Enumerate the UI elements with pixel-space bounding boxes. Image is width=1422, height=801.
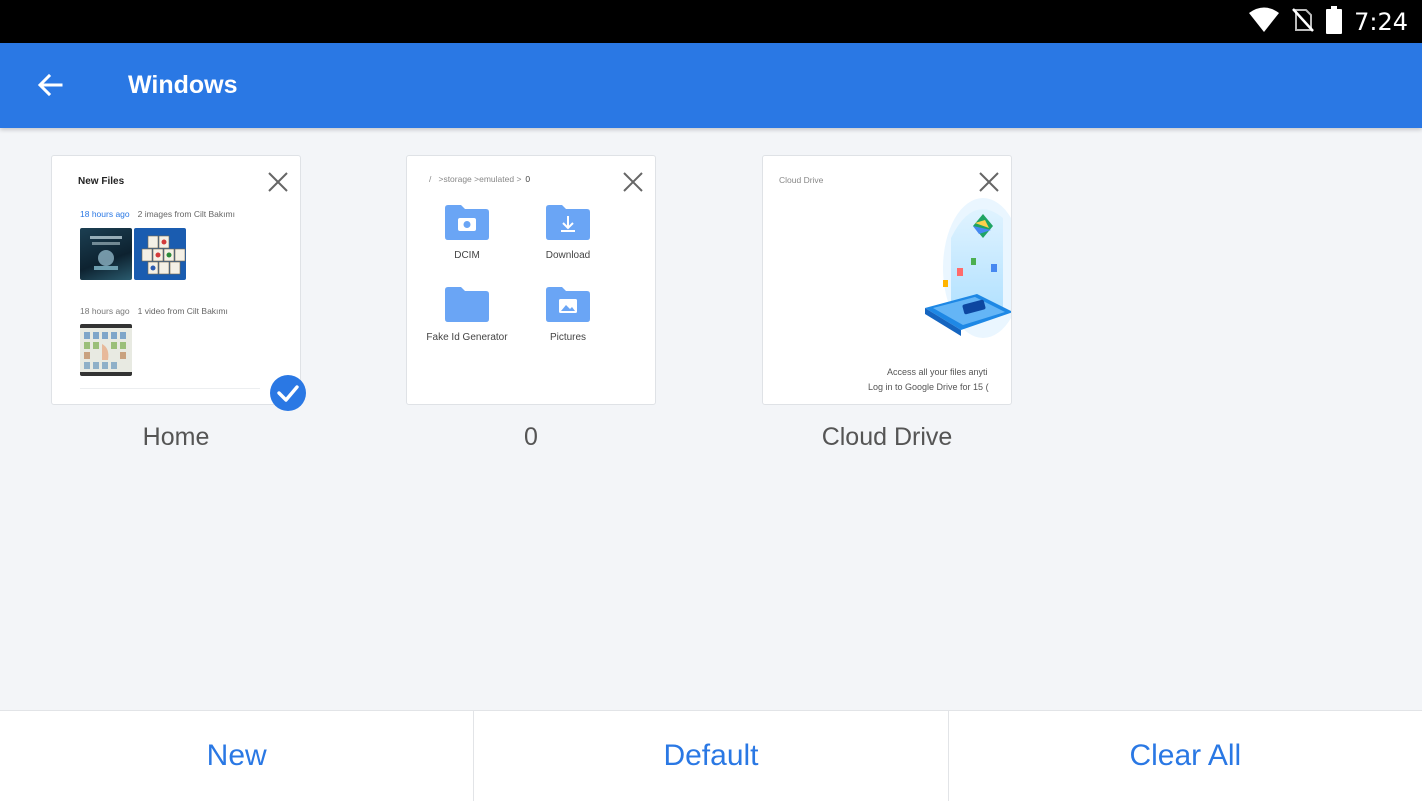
window-thumbnail-storage[interactable]: / >storage >emulated >0 DCIM Download Fa… [406, 155, 656, 405]
download-folder-icon [546, 205, 590, 240]
bottom-action-bar: New Default Clear All [0, 710, 1422, 801]
page-title: Windows [128, 71, 238, 99]
camera-folder-icon [445, 205, 489, 240]
close-window-cloud-drive-button[interactable] [977, 170, 1001, 194]
cloud-illustration [925, 198, 1011, 338]
folder-item[interactable]: DCIM [417, 202, 517, 261]
cloud-drive-text-2: Log in to Google Drive for 15 ( [868, 382, 989, 392]
new-window-button[interactable]: New [0, 711, 475, 801]
file-group-meta: 18 hours ago 1 video from Cilt Bakımı [80, 306, 228, 316]
cloud-drive-text-1: Access all your files anyti [887, 367, 988, 377]
divider [80, 388, 260, 389]
window-storage: / >storage >emulated >0 DCIM Download Fa… [406, 155, 656, 452]
battery-icon [1326, 5, 1343, 39]
breadcrumb: / >storage >emulated >0 [429, 174, 531, 184]
check-icon [277, 385, 299, 402]
window-cloud-drive: Cloud Drive Access all your files anyti … [762, 155, 1012, 452]
pictures-folder-icon [546, 287, 590, 322]
cloud-drive-title: Cloud Drive [779, 175, 824, 185]
close-icon [268, 172, 288, 192]
arrow-back-icon [37, 73, 63, 97]
close-icon [979, 172, 999, 192]
status-bar: 7:24 [0, 0, 1422, 43]
new-files-title: New Files [78, 176, 125, 187]
file-group-meta: 18 hours ago 2 images from Cilt Bakımı [80, 209, 235, 219]
close-icon [623, 172, 643, 192]
window-thumbnail-cloud-drive[interactable]: Cloud Drive Access all your files anyti … [762, 155, 1012, 405]
video-thumbnail[interactable] [80, 324, 132, 376]
image-thumbnail[interactable] [80, 228, 132, 280]
clear-all-button[interactable]: Clear All [949, 711, 1422, 801]
back-button[interactable] [30, 65, 70, 105]
window-thumbnail-home[interactable]: New Files 18 hours ago 2 images from Cilt… [51, 155, 301, 405]
status-time: 7:24 [1354, 8, 1408, 36]
window-home: New Files 18 hours ago 2 images from Cilt… [51, 155, 306, 452]
close-window-storage-button[interactable] [621, 170, 645, 194]
folder-item[interactable]: Download [518, 202, 618, 261]
default-button[interactable]: Default [474, 711, 949, 801]
selected-check-badge [270, 375, 306, 411]
close-window-home-button[interactable] [266, 170, 290, 194]
app-bar: Windows [0, 43, 1422, 128]
image-thumbnail[interactable] [134, 228, 186, 280]
folder-item[interactable]: Fake Id Generator [417, 284, 517, 343]
folder-item[interactable]: Pictures [518, 284, 618, 343]
wifi-icon [1248, 7, 1280, 38]
window-label-cloud-drive: Cloud Drive [821, 423, 953, 451]
window-label-storage: 0 [524, 423, 538, 451]
no-sim-icon [1292, 7, 1315, 38]
folder-icon [445, 287, 489, 322]
window-label-home: Home [142, 423, 210, 451]
